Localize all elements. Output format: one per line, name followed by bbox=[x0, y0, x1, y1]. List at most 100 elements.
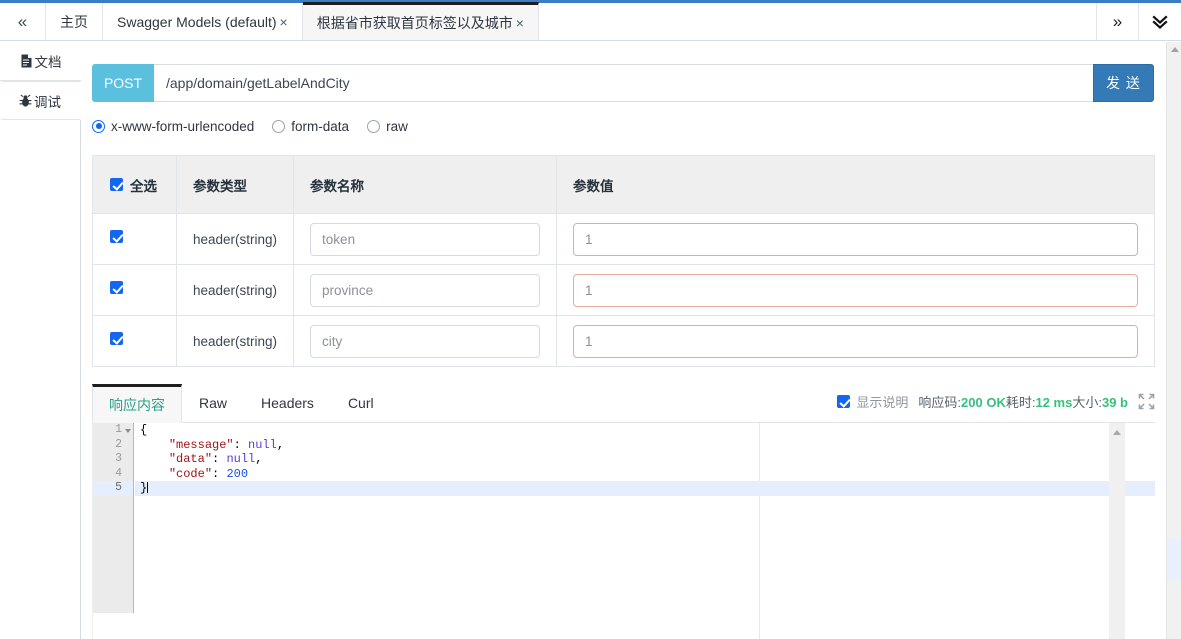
scroll-up-arrow-icon[interactable] bbox=[1171, 47, 1179, 52]
select-all-label: 全选 bbox=[130, 175, 157, 195]
tab-headers[interactable]: Headers bbox=[244, 384, 331, 422]
row-checkbox[interactable] bbox=[110, 281, 123, 294]
request-url-input[interactable] bbox=[154, 64, 1093, 102]
close-icon[interactable]: × bbox=[516, 15, 524, 31]
code-token: : bbox=[234, 438, 248, 452]
row-checkbox[interactable] bbox=[110, 230, 123, 243]
tab-label: Swagger Models (default) bbox=[117, 14, 277, 30]
code-token: null bbox=[226, 452, 255, 466]
radio-form-data[interactable]: form-data bbox=[272, 119, 349, 134]
tab-label: Headers bbox=[261, 395, 314, 411]
status-size-value: 39 b bbox=[1102, 395, 1128, 410]
radio-label: form-data bbox=[291, 119, 349, 134]
show-description-checkbox[interactable] bbox=[837, 395, 850, 408]
params-table-body: header(string) header(string) bbox=[93, 214, 1155, 367]
close-icon[interactable]: × bbox=[280, 14, 288, 30]
tab-response-content[interactable]: 响应内容 bbox=[92, 384, 182, 423]
code-token: null bbox=[248, 438, 277, 452]
code-line: "message": null, bbox=[135, 438, 1155, 453]
show-description-toggle[interactable]: 显示说明 bbox=[837, 392, 908, 411]
editor-code-area[interactable]: { "message": null, "data": null, "code":… bbox=[135, 423, 1155, 613]
radio-raw[interactable]: raw bbox=[367, 119, 408, 134]
rail-item-debug[interactable]: 调试 bbox=[0, 81, 81, 120]
tab-home[interactable]: 主页 bbox=[46, 3, 103, 40]
rail-item-label: 调试 bbox=[34, 91, 61, 111]
code-token: 200 bbox=[226, 467, 248, 481]
editor-vertical-scrollbar[interactable] bbox=[1109, 423, 1125, 639]
code-token: : bbox=[212, 467, 226, 481]
response-tab-bar: 响应内容 Raw Headers Curl 显示说明 响应码:200 OK耗时:… bbox=[92, 385, 1155, 423]
param-value-input[interactable] bbox=[573, 223, 1138, 256]
code-token: { bbox=[140, 423, 147, 437]
col-param-value: 参数值 bbox=[557, 156, 1155, 214]
left-rail: 文档 调试 bbox=[0, 42, 81, 639]
param-name-input[interactable] bbox=[310, 223, 540, 256]
line-number[interactable]: 3 bbox=[93, 452, 133, 467]
status-time-value: 12 ms bbox=[1035, 395, 1072, 410]
tab-get-label-and-city[interactable]: 根据省市获取首页标签以及城市 × bbox=[303, 2, 539, 40]
line-number[interactable]: 5 bbox=[93, 481, 133, 496]
row-checkbox[interactable] bbox=[110, 332, 123, 345]
param-value-input[interactable] bbox=[573, 325, 1138, 358]
document-icon bbox=[20, 54, 33, 68]
table-row: header(string) bbox=[93, 214, 1155, 265]
scrollbar-thumb[interactable] bbox=[1167, 539, 1181, 579]
http-method-badge[interactable]: POST bbox=[92, 64, 154, 102]
row-param-name-cell bbox=[294, 214, 557, 265]
status-code-label: 响应码: bbox=[918, 395, 961, 410]
bug-icon bbox=[19, 94, 32, 108]
text-caret bbox=[147, 482, 148, 493]
code-line: { bbox=[135, 423, 1155, 438]
expand-icon[interactable] bbox=[1138, 393, 1155, 410]
row-param-value-cell bbox=[557, 316, 1155, 367]
send-button[interactable]: 发 送 bbox=[1093, 64, 1154, 102]
scroll-up-arrow-icon[interactable] bbox=[1113, 430, 1121, 435]
tab-curl[interactable]: Curl bbox=[331, 384, 391, 422]
chevron-double-right-icon: » bbox=[1113, 12, 1122, 32]
radio-indicator[interactable] bbox=[92, 120, 105, 133]
body-type-radio-group: x-www-form-urlencoded form-data raw bbox=[92, 112, 408, 140]
row-param-type: header(string) bbox=[177, 316, 294, 367]
editor-gutter: 1 2 3 4 5 bbox=[93, 423, 134, 613]
code-token: , bbox=[255, 452, 262, 466]
line-number[interactable]: 2 bbox=[93, 438, 133, 453]
fold-arrow-icon[interactable] bbox=[125, 429, 131, 433]
radio-indicator[interactable] bbox=[367, 120, 380, 133]
row-param-type: header(string) bbox=[177, 265, 294, 316]
tab-swagger-models[interactable]: Swagger Models (default) × bbox=[103, 3, 303, 40]
line-number[interactable]: 1 bbox=[93, 423, 133, 438]
code-line: } bbox=[135, 481, 1155, 496]
chevron-double-left-icon: « bbox=[18, 13, 27, 30]
rail-item-label: 文档 bbox=[35, 51, 62, 71]
param-name-input[interactable] bbox=[310, 325, 540, 358]
col-param-type: 参数类型 bbox=[177, 156, 294, 214]
tab-list-dropdown-icon[interactable] bbox=[1139, 3, 1181, 40]
collapse-sidebar-icon[interactable]: « bbox=[0, 3, 46, 40]
window-vertical-scrollbar[interactable] bbox=[1166, 42, 1181, 639]
radio-x-www-form-urlencoded[interactable]: x-www-form-urlencoded bbox=[92, 119, 254, 134]
row-select-cell bbox=[93, 316, 177, 367]
code-token: , bbox=[277, 438, 284, 452]
line-number[interactable]: 4 bbox=[93, 467, 133, 482]
params-table: 全选 参数类型 参数名称 参数值 header(string) bbox=[92, 155, 1155, 367]
tab-bar-spacer bbox=[539, 3, 1097, 40]
code-token: : bbox=[212, 452, 226, 466]
param-name-input[interactable] bbox=[310, 274, 540, 307]
code-token bbox=[140, 438, 169, 452]
select-all-checkbox[interactable] bbox=[110, 178, 123, 191]
tab-bar: « 主页 Swagger Models (default) × 根据省市获取首页… bbox=[0, 3, 1181, 41]
response-code-editor[interactable]: 1 2 3 4 5 { "message": null, "data": nul… bbox=[92, 423, 1155, 639]
tab-raw[interactable]: Raw bbox=[182, 384, 244, 422]
code-token: "data" bbox=[169, 452, 212, 466]
param-value-input[interactable] bbox=[573, 274, 1138, 307]
radio-indicator[interactable] bbox=[272, 120, 285, 133]
code-token bbox=[140, 467, 169, 481]
show-description-label: 显示说明 bbox=[856, 392, 908, 411]
tab-label: 响应内容 bbox=[109, 395, 165, 415]
more-tabs-icon[interactable]: » bbox=[1097, 3, 1139, 40]
row-param-value-cell bbox=[557, 265, 1155, 316]
rail-item-docs[interactable]: 文档 bbox=[0, 42, 81, 81]
response-meta: 显示说明 响应码:200 OK耗时:12 ms大小:39 b bbox=[837, 392, 1155, 411]
request-url-row: POST 发 送 bbox=[92, 64, 1154, 102]
code-token: "code" bbox=[169, 467, 212, 481]
